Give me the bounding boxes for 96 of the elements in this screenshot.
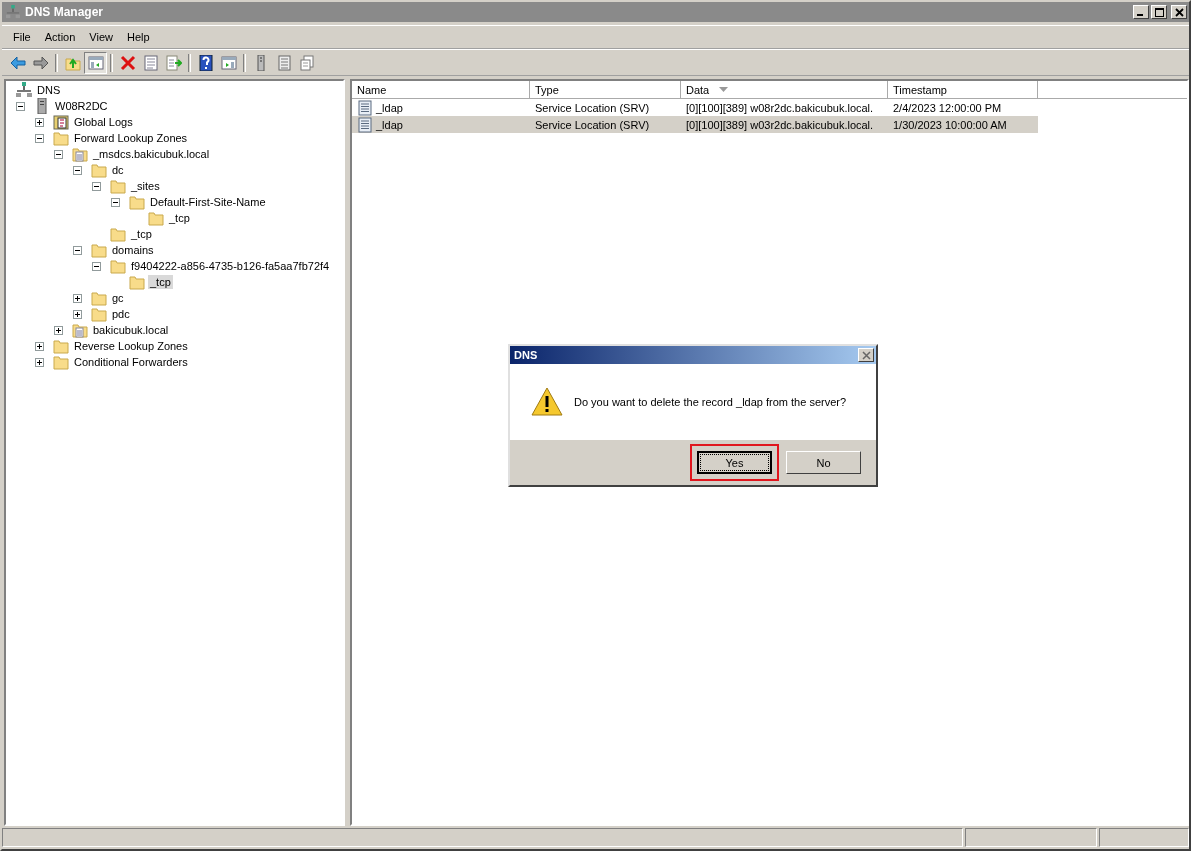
minimize-icon <box>1137 14 1143 16</box>
minimize-button[interactable] <box>1133 5 1149 19</box>
record-icon <box>357 116 373 133</box>
properties-icon <box>142 54 159 71</box>
table-row[interactable]: _ldap Service Location (SRV) [0][100][389] w03r2dc.bakicubuk.local. 1/30/2023 10:00:00 AM <box>352 116 1038 133</box>
action-pane-icon <box>220 54 237 71</box>
tree-item[interactable]: DNS <box>35 83 63 97</box>
dialog-button[interactable]: Yes <box>697 451 772 474</box>
zone-folder-icon <box>72 322 88 338</box>
menu-item[interactable]: File <box>6 29 38 45</box>
collapse-toggle[interactable] <box>16 101 25 111</box>
tree-item[interactable]: Default-First-Site-Name <box>148 195 268 209</box>
column-header[interactable]: Timestamp <box>888 81 1038 98</box>
folder-icon <box>53 130 69 146</box>
collapse-toggle[interactable] <box>35 133 44 143</box>
collapse-toggle[interactable] <box>92 181 101 191</box>
expand-toggle[interactable] <box>54 325 63 335</box>
expand-toggle[interactable] <box>73 293 82 303</box>
pane-toggle-icon <box>87 54 104 71</box>
tree-item[interactable]: _tcp <box>129 227 154 241</box>
folder-icon <box>110 226 126 242</box>
tree-item[interactable]: Global Logs <box>72 115 135 129</box>
pane-toggle-button[interactable] <box>84 51 107 74</box>
table-cell: 1/30/2023 10:00:00 AM <box>893 118 1007 131</box>
folder-icon <box>53 338 69 354</box>
table-cell: _ldap <box>376 101 403 114</box>
tree-item[interactable]: f9404222-a856-4735-b126-fa5aa7fb72f4 <box>129 259 332 273</box>
server-icon <box>34 98 50 114</box>
expand-toggle[interactable] <box>35 341 44 351</box>
folder-icon <box>91 290 107 306</box>
list-icon <box>275 54 292 71</box>
menu-item[interactable]: View <box>82 29 120 45</box>
copy-icon <box>298 54 315 71</box>
tree-item[interactable]: pdc <box>110 307 132 321</box>
tree-item[interactable]: gc <box>110 291 126 305</box>
record-icon <box>357 99 373 116</box>
column-header[interactable]: Name <box>352 81 530 98</box>
column-header[interactable]: Data <box>681 81 888 98</box>
forward-arrow-icon <box>32 54 49 71</box>
back-arrow-icon <box>9 54 26 71</box>
warning-icon <box>531 387 563 417</box>
close-icon <box>861 350 871 360</box>
export-list-icon <box>165 54 182 71</box>
help-icon <box>197 54 214 71</box>
tree-item[interactable]: dc <box>110 163 126 177</box>
tree-item[interactable]: Reverse Lookup Zones <box>72 339 190 353</box>
collapse-toggle[interactable] <box>54 149 63 159</box>
table-row[interactable]: _ldap Service Location (SRV) [0][100][389] w08r2dc.bakicubuk.local. 2/4/2023 12:00:00 PM <box>352 99 1038 116</box>
tree-item[interactable]: _tcp <box>148 275 173 289</box>
menu-item[interactable]: Help <box>119 29 157 45</box>
log-book-icon <box>53 114 69 130</box>
tree-item[interactable]: domains <box>110 243 156 257</box>
tree-item[interactable]: bakicubuk.local <box>91 323 171 337</box>
table-cell: Service Location (SRV) <box>535 118 650 131</box>
folder-icon <box>129 274 145 290</box>
expand-toggle[interactable] <box>73 309 82 319</box>
close-button[interactable] <box>858 348 874 362</box>
column-header[interactable]: Type <box>530 81 681 98</box>
tree-item[interactable]: Conditional Forwarders <box>72 355 190 369</box>
tree-item[interactable]: W08R2DC <box>53 99 110 113</box>
expand-toggle[interactable] <box>35 117 44 127</box>
dialog-title: DNS <box>514 349 538 361</box>
maximize-icon <box>1154 7 1164 17</box>
collapse-toggle[interactable] <box>73 165 82 175</box>
tree-item[interactable]: _sites <box>129 179 162 193</box>
folder-icon <box>110 258 126 274</box>
table-cell: _ldap <box>376 118 403 131</box>
delete-icon <box>119 54 136 71</box>
tree-item[interactable]: _tcp <box>167 211 192 225</box>
folder-icon <box>53 354 69 370</box>
folder-icon <box>91 242 107 258</box>
table-cell: Service Location (SRV) <box>535 101 650 114</box>
folder-icon <box>110 178 126 194</box>
folder-icon <box>91 306 107 322</box>
menu-item[interactable]: Action <box>37 29 83 45</box>
expand-toggle[interactable] <box>35 357 44 367</box>
window-title: DNS Manager <box>25 5 105 19</box>
table-cell: 2/4/2023 12:00:00 PM <box>893 101 1002 114</box>
folder-icon <box>91 162 107 178</box>
folder-icon <box>129 194 145 210</box>
table-cell: [0][100][389] w03r2dc.bakicubuk.local. <box>686 118 874 131</box>
zone-folder-icon <box>72 146 88 162</box>
table-cell: [0][100][389] w08r2dc.bakicubuk.local. <box>686 101 874 114</box>
maximize-button[interactable] <box>1151 5 1167 19</box>
close-icon <box>1174 7 1184 17</box>
dialog-message: Do you want to delete the record _ldap from the server? <box>574 396 847 408</box>
close-button[interactable] <box>1171 5 1187 19</box>
tree-item[interactable]: _msdcs.bakicubuk.local <box>91 147 212 161</box>
collapse-toggle[interactable] <box>73 245 82 255</box>
tree-item[interactable]: Forward Lookup Zones <box>72 131 190 145</box>
collapse-toggle[interactable] <box>111 197 120 207</box>
dialog-button[interactable]: No <box>786 451 861 474</box>
app-icon <box>6 5 20 19</box>
collapse-toggle[interactable] <box>92 261 101 271</box>
folder-icon <box>148 210 164 226</box>
network-icon <box>16 82 32 98</box>
